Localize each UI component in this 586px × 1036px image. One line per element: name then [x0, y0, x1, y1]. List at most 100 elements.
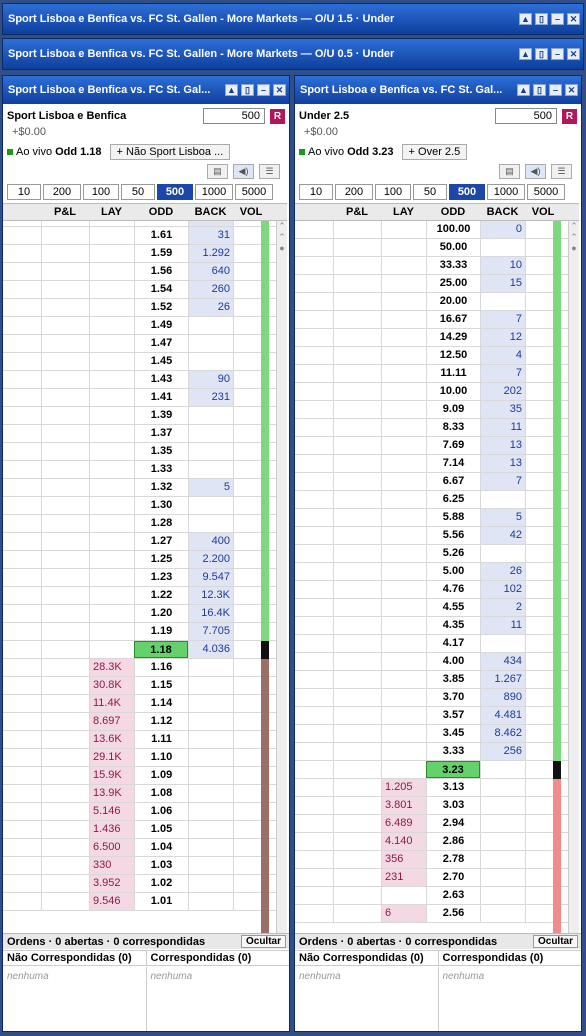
lay-cell[interactable]	[89, 407, 134, 424]
back-cell[interactable]: 4.036	[188, 641, 233, 658]
ladder-row[interactable]: 28.3K 1.16	[3, 659, 276, 677]
lay-cell[interactable]	[89, 515, 134, 532]
selection-switch-button[interactable]: + Não Sport Lisboa ...	[109, 144, 230, 160]
ladder-row[interactable]: 30.8K 1.15	[3, 677, 276, 695]
lay-cell[interactable]: 231	[381, 869, 426, 886]
ladder-row[interactable]: 13.9K 1.08	[3, 785, 276, 803]
stake-preset-1000[interactable]: 1000	[487, 184, 525, 200]
back-cell[interactable]: 12.3K	[188, 587, 233, 604]
back-cell[interactable]	[188, 839, 233, 856]
lay-cell[interactable]	[89, 551, 134, 568]
ladder-row[interactable]: 1.27 400	[3, 533, 276, 551]
tab-matched[interactable]: Correspondidas (0)	[145, 951, 290, 965]
ladder-row[interactable]: 1.20 16.4K	[3, 605, 276, 623]
ladder-row[interactable]: 8.33 11	[295, 419, 568, 437]
restore-icon[interactable]: ▲	[519, 13, 532, 25]
back-cell[interactable]	[188, 659, 233, 676]
ladder-row[interactable]: 100.00 0	[295, 221, 568, 239]
lay-cell[interactable]: 11.4K	[89, 695, 134, 712]
ladder-row[interactable]: 6 2.56	[295, 905, 568, 923]
ladder-row[interactable]: 10.00 202	[295, 383, 568, 401]
lay-cell[interactable]	[381, 275, 426, 292]
pin-icon[interactable]: ▯	[535, 48, 548, 60]
back-cell[interactable]: 13	[480, 437, 525, 454]
back-cell[interactable]: 15	[480, 275, 525, 292]
ladder-row[interactable]: 11.11 7	[295, 365, 568, 383]
lay-cell[interactable]	[381, 635, 426, 652]
back-cell[interactable]: 400	[188, 533, 233, 550]
lay-cell[interactable]	[89, 221, 134, 226]
pin-icon[interactable]: ▯	[241, 84, 254, 96]
ladder-row[interactable]: 50.00	[295, 239, 568, 257]
lay-cell[interactable]	[89, 317, 134, 334]
stake-preset-50[interactable]: 50	[413, 184, 447, 200]
reset-button[interactable]: R	[270, 108, 285, 124]
collapse-icon[interactable]: ▲	[517, 84, 530, 96]
sound-icon[interactable]: ◀)	[233, 164, 254, 179]
back-cell[interactable]	[480, 293, 525, 310]
ladder-row[interactable]: 1.35	[3, 443, 276, 461]
back-cell[interactable]	[188, 893, 233, 910]
ladder-row[interactable]: 15.9K 1.09	[3, 767, 276, 785]
lay-cell[interactable]	[381, 437, 426, 454]
ladder-row[interactable]: 5.88 5	[295, 509, 568, 527]
back-cell[interactable]: 434	[480, 653, 525, 670]
lay-cell[interactable]: 4.140	[381, 833, 426, 850]
lay-cell[interactable]	[381, 707, 426, 724]
settings-icon[interactable]: ☰	[551, 164, 572, 179]
close-icon[interactable]: ✕	[567, 48, 580, 60]
minimize-icon[interactable]: –	[549, 84, 562, 96]
lay-cell[interactable]: 5.146	[89, 803, 134, 820]
back-cell[interactable]: 102	[480, 581, 525, 598]
lay-cell[interactable]	[381, 419, 426, 436]
ladder-scrollbar[interactable]: ⌃ ⌃ ●	[568, 221, 579, 933]
lay-cell[interactable]	[381, 473, 426, 490]
lay-cell[interactable]	[89, 227, 134, 244]
price-ladder[interactable]: 1.64311.61311.591.2921.566401.542601.522…	[3, 221, 276, 933]
ladder-row[interactable]: 1.23 9.547	[3, 569, 276, 587]
ladder-row[interactable]: 8.697 1.12	[3, 713, 276, 731]
lay-cell[interactable]: 28.3K	[89, 659, 134, 676]
back-cell[interactable]: 16.4K	[188, 605, 233, 622]
back-cell[interactable]: 640	[188, 263, 233, 280]
lay-cell[interactable]: 13.6K	[89, 731, 134, 748]
title-bar[interactable]: Sport Lisboa e Benfica vs. FC St. Gal...…	[3, 76, 289, 104]
lay-cell[interactable]	[381, 887, 426, 904]
lay-cell[interactable]: 6	[381, 905, 426, 922]
ladder-row[interactable]: 1.19 7.705	[3, 623, 276, 641]
stake-preset-10[interactable]: 10	[299, 184, 333, 200]
lay-cell[interactable]: 1.436	[89, 821, 134, 838]
lay-cell[interactable]: 3.801	[381, 797, 426, 814]
back-cell[interactable]: 2	[480, 599, 525, 616]
ladder-row[interactable]: 1.37	[3, 425, 276, 443]
ladder-row[interactable]: 3.23	[295, 761, 568, 779]
ladder-row[interactable]: 1.61 31	[3, 227, 276, 245]
minimize-icon[interactable]: –	[551, 13, 564, 25]
ladder-row[interactable]: 1.436 1.05	[3, 821, 276, 839]
lay-cell[interactable]: 1.205	[381, 779, 426, 796]
back-cell[interactable]: 5	[480, 509, 525, 526]
stake-preset-5000[interactable]: 5000	[527, 184, 565, 200]
minimize-icon[interactable]: –	[257, 84, 270, 96]
ladder-row[interactable]: 1.47	[3, 335, 276, 353]
back-cell[interactable]: 8.462	[480, 725, 525, 742]
title-bar[interactable]: Sport Lisboa e Benfica vs. FC St. Gallen…	[3, 39, 583, 69]
back-cell[interactable]: 13	[480, 455, 525, 472]
ladder-row[interactable]: 2.63	[295, 887, 568, 905]
lay-cell[interactable]	[381, 689, 426, 706]
back-cell[interactable]: 11	[480, 419, 525, 436]
ladder-row[interactable]: 3.801 3.03	[295, 797, 568, 815]
close-icon[interactable]: ✕	[273, 84, 286, 96]
back-cell[interactable]	[188, 875, 233, 892]
back-cell[interactable]	[188, 353, 233, 370]
lay-cell[interactable]: 13.9K	[89, 785, 134, 802]
stake-preset-100[interactable]: 100	[83, 184, 119, 200]
ladder-row[interactable]: 1.54 260	[3, 281, 276, 299]
back-cell[interactable]	[480, 869, 525, 886]
ladder-row[interactable]: 1.18 4.036	[3, 641, 276, 659]
lay-cell[interactable]: 356	[381, 851, 426, 868]
back-cell[interactable]: 2.200	[188, 551, 233, 568]
lay-cell[interactable]	[89, 587, 134, 604]
lay-cell[interactable]	[89, 245, 134, 262]
lay-cell[interactable]	[89, 353, 134, 370]
